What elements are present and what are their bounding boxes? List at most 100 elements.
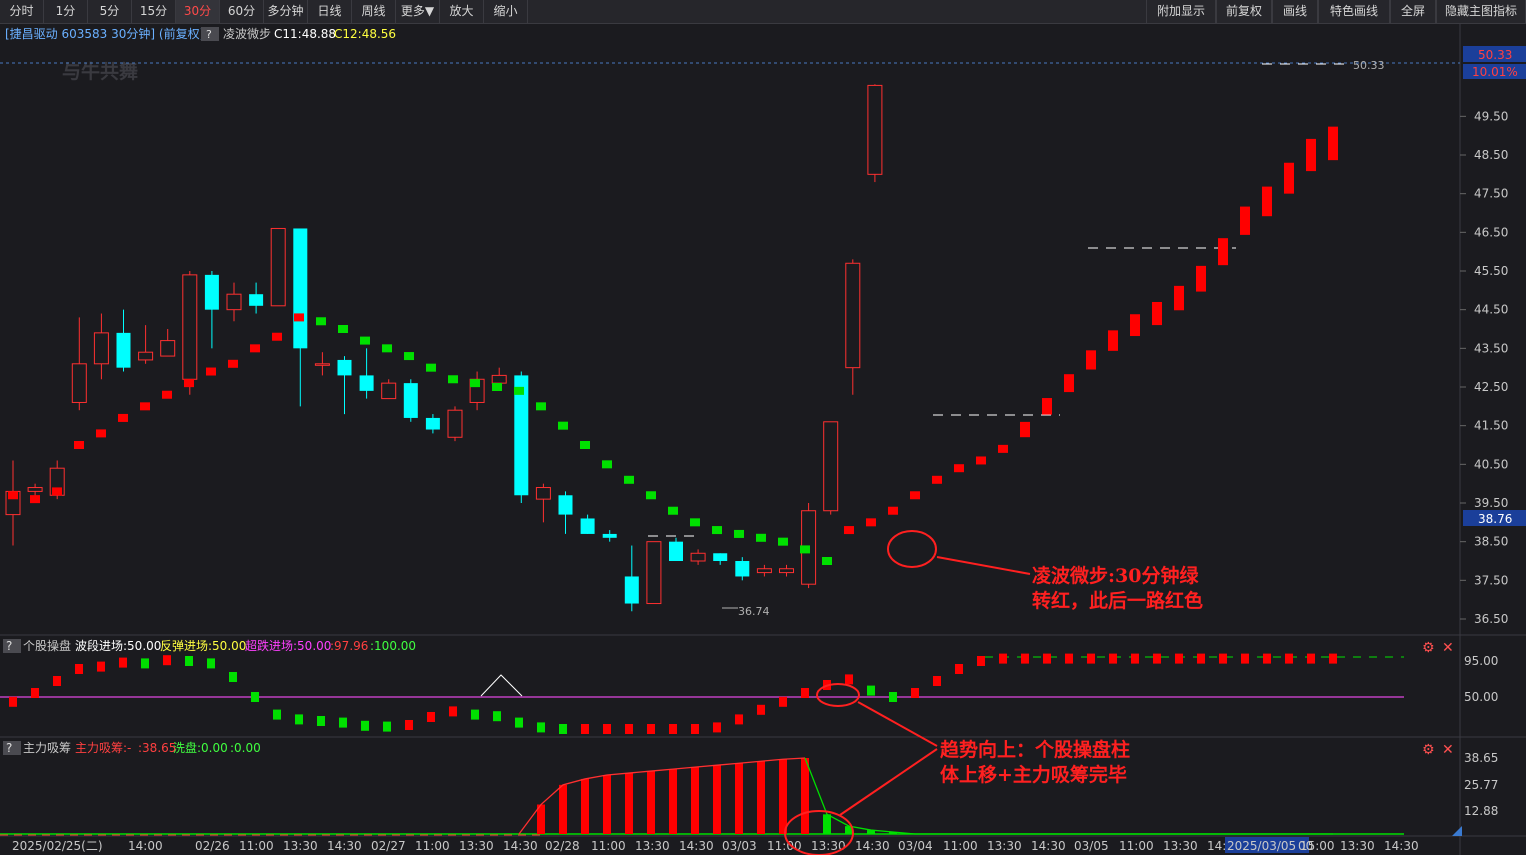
sub1-marker (317, 716, 325, 726)
sub1-marker (537, 722, 545, 733)
sub2-param-p2: :38.65 (138, 741, 176, 755)
sub1-marker (339, 717, 347, 728)
sub1-marker (713, 722, 721, 733)
candle-body (337, 359, 352, 376)
sub1-marker (779, 696, 787, 707)
period-button-8[interactable]: 周线 (352, 0, 396, 23)
right-tool-button-4[interactable]: 全屏 (1390, 0, 1436, 23)
sub2-param-help: ? (6, 741, 12, 755)
stock-title: [捷昌驱动 603583 30分钟] (前复权) (5, 26, 204, 41)
right-tool-button-2[interactable]: 画线 (1272, 0, 1318, 23)
sub1-marker (163, 655, 171, 666)
sub1-marker (1241, 653, 1249, 664)
period-button-0[interactable]: 分时 (0, 0, 44, 23)
sub1-marker (889, 692, 897, 702)
price-tick-label: 44.50 (1474, 303, 1508, 317)
lingbo-marker (558, 421, 568, 430)
sub1-marker (1307, 653, 1315, 664)
annotation-text-a2_line2: 体上移+主力吸筹完毕 (940, 763, 1127, 786)
lingbo-marker (998, 444, 1008, 453)
price-tick-label: 42.50 (1474, 380, 1508, 394)
lingbo-marker (866, 518, 876, 527)
lingbo-marker (910, 491, 920, 500)
sub2-param-name: 主力吸筹 (23, 741, 71, 755)
top-line-label: 50.33 (1353, 59, 1385, 72)
lingbo-marker (1284, 162, 1294, 194)
x-axis-label: 13:30 (1340, 839, 1375, 853)
period-button-1[interactable]: 1分 (44, 0, 88, 23)
sub2-param-p3: 洗盘:0.00 (173, 740, 228, 755)
high-pct-label: 10.01% (1472, 65, 1518, 79)
lingbo-marker (250, 344, 260, 353)
lingbo-marker (426, 363, 436, 372)
sub1-marker (1021, 653, 1029, 664)
lingbo-marker (162, 390, 172, 399)
candle-body (779, 568, 794, 574)
sub1-param-name: 个股操盘 (23, 638, 71, 653)
period-button-7[interactable]: 日线 (308, 0, 352, 23)
lingbo-marker (976, 456, 986, 465)
sub1-marker (1065, 653, 1073, 664)
x-axis-label: 03/05 (1074, 839, 1109, 853)
sub1-marker (603, 724, 611, 734)
x-axis-label: 02/27 (371, 839, 406, 853)
right-tool-button-3[interactable]: 特色画线 (1318, 0, 1390, 23)
sub2-axis-label: 38.65 (1464, 751, 1498, 765)
period-button-10[interactable]: 放大 (440, 0, 484, 23)
right-tool-button-5[interactable]: 隐藏主图指标 (1436, 0, 1526, 23)
sub1-axis-label: 95.00 (1464, 654, 1498, 668)
sub2-axis-label: 12.88 (1464, 804, 1498, 818)
sub1-marker (471, 709, 479, 720)
candle-body (249, 294, 264, 306)
indicator-c1: C11:48.88 (274, 27, 336, 41)
lingbo-marker (888, 506, 898, 515)
sub1-marker (625, 724, 633, 734)
right-tool-button-1[interactable]: 前复权 (1216, 0, 1272, 23)
candle-body (491, 374, 507, 384)
x-axis-label: 14:30 (679, 839, 714, 853)
period-button-4[interactable]: 30分 (176, 0, 220, 23)
price-tick-label: 47.50 (1474, 187, 1508, 201)
chart-area: [捷昌驱动 603583 30分钟] (前复权) ? 凌波微步 C11:48.8… (0, 24, 1526, 855)
period-button-9[interactable]: 更多▼ (396, 0, 440, 23)
right-tool-button-0[interactable]: 附加显示 (1146, 0, 1216, 23)
period-button-3[interactable]: 15分 (132, 0, 176, 23)
lingbo-marker (602, 460, 612, 469)
candle-body (381, 382, 397, 400)
x-axis-label: 13:30 (635, 839, 670, 853)
price-tick-label: 41.50 (1474, 419, 1508, 433)
lingbo-marker (272, 332, 282, 341)
x-axis-label: 02/26 (195, 839, 230, 853)
x-axis-label: 2025/03/05 15:00 (1227, 839, 1335, 853)
candle-body (669, 541, 683, 561)
lingbo-marker (52, 487, 62, 496)
candle-body (116, 332, 131, 368)
candle-body (823, 421, 839, 512)
high-price-label: 50.33 (1478, 48, 1512, 62)
candle-body (713, 553, 728, 561)
period-button-2[interactable]: 5分 (88, 0, 132, 23)
lingbo-marker (1152, 301, 1162, 326)
lingbo-marker (646, 491, 656, 500)
sub1-marker (559, 724, 567, 734)
period-button-11[interactable]: 缩小 (484, 0, 528, 23)
candle-body (447, 409, 463, 438)
x-axis-label: 13:30 (283, 839, 318, 853)
period-button-5[interactable]: 60分 (220, 0, 264, 23)
lingbo-marker (800, 545, 810, 554)
candle-body (204, 274, 219, 310)
sub2-bar (823, 814, 831, 834)
sub1-param-p3: 超跌进场:50.00 (245, 638, 331, 653)
sub1-marker (273, 709, 281, 720)
lingbo-marker (1306, 138, 1316, 172)
sub2-param-p4: :0.00 (230, 741, 261, 755)
lingbo-marker (338, 325, 348, 333)
sub2-bar (779, 759, 787, 834)
lingbo-marker (492, 383, 502, 391)
sub1-marker (867, 685, 875, 696)
sub2-axis-label: 25.77 (1464, 778, 1498, 792)
lingbo-marker (206, 367, 216, 376)
lingbo-marker (844, 526, 854, 535)
period-button-6[interactable]: 多分钟 (264, 0, 308, 23)
sub1-marker (845, 674, 853, 685)
